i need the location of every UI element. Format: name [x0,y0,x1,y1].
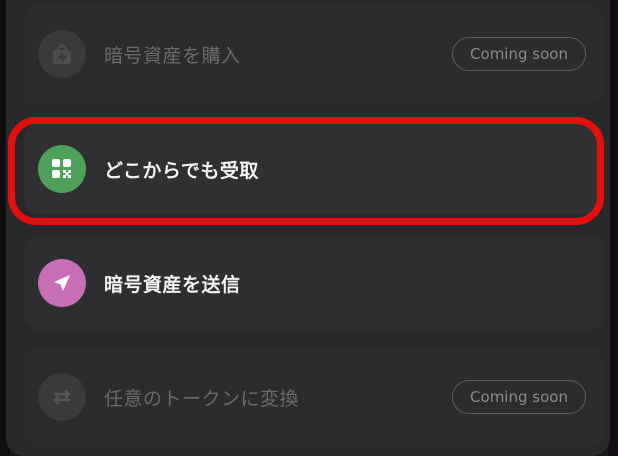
swap-icon [38,373,86,421]
menu-item-receive-anywhere[interactable]: どこからでも受取 [24,123,604,215]
action-menu-panel: 暗号資産を購入 Coming soon どこからでも受取 暗号資産を送信 任意の… [6,0,610,456]
qr-code-icon [38,145,86,193]
coming-soon-badge: Coming soon [452,37,586,71]
menu-item-buy-crypto: 暗号資産を購入 Coming soon [24,4,604,104]
menu-item-label: 暗号資産を送信 [104,273,241,296]
menu-item-label: 任意のトークンに変換 [104,387,300,410]
wallet-plus-icon [38,30,86,78]
menu-item-label: 暗号資産を購入 [104,44,241,67]
menu-item-send-crypto[interactable]: 暗号資産を送信 [24,235,604,331]
send-arrow-icon [38,259,86,307]
menu-item-label: どこからでも受取 [104,159,259,182]
menu-item-swap-token: 任意のトークンに変換 Coming soon [24,347,604,447]
coming-soon-badge: Coming soon [452,380,586,414]
